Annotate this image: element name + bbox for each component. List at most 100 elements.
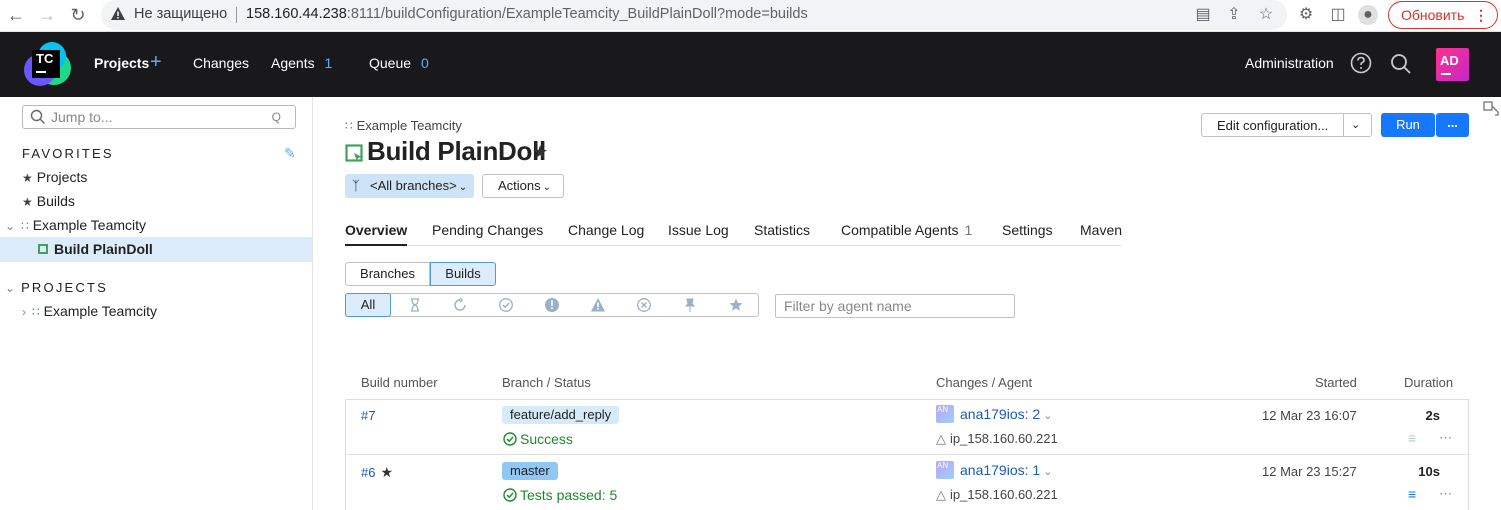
agent-filter-field[interactable] [775, 294, 1015, 318]
filter-all-button[interactable]: All [345, 293, 391, 317]
layout-toggle-icon[interactable] [1482, 99, 1500, 117]
favorite-build-plaindoll[interactable]: Build PlainDoll [38, 237, 153, 261]
project-example-teamcity[interactable]: › ∷ Example Teamcity [22, 299, 157, 323]
help-icon[interactable] [1350, 52, 1372, 74]
build-status-filter: All [345, 293, 759, 317]
tab-maven[interactable]: Maven [1080, 222, 1122, 238]
browser-toolbar: ← → ↻ Не защищено 158.160.44.238:8111/bu… [0, 0, 1501, 32]
nav-agents-label: Agents [271, 55, 315, 71]
actions-label: Actions [498, 178, 541, 193]
chevron-down-icon: ⌄ [542, 182, 552, 193]
tab-statistics[interactable]: Statistics [754, 222, 810, 238]
changes-link[interactable]: ana179ios: 2 ⌄ [960, 406, 1052, 422]
chevron-down-icon[interactable]: ⌄ [5, 281, 15, 295]
kebab-menu-icon[interactable]: ⋮ [1474, 2, 1488, 28]
more-options-icon[interactable]: ⋯ [1439, 430, 1453, 446]
warning-icon[interactable] [110, 6, 126, 22]
success-filter-icon[interactable] [498, 297, 514, 313]
breadcrumb[interactable]: ∷ Example Teamcity [345, 118, 462, 133]
translate-icon[interactable]: ▤ [1193, 5, 1213, 25]
projects-section[interactable]: ⌄ PROJECTS [5, 275, 108, 299]
favorite-build-label: Build PlainDoll [54, 241, 153, 257]
run-button[interactable]: Run [1381, 113, 1435, 137]
bookmark-star-icon[interactable]: ☆ [1256, 5, 1276, 25]
plus-icon[interactable]: + [150, 51, 162, 73]
build-started: 12 Mar 23 16:07 [1262, 408, 1357, 423]
star-filter-icon[interactable] [728, 297, 744, 313]
branches-view-button[interactable]: Branches [345, 262, 430, 286]
user-avatar[interactable]: AD [1436, 48, 1469, 81]
running-icon[interactable] [452, 297, 468, 313]
update-browser-button[interactable]: Обновить ⋮ [1388, 1, 1498, 29]
build-status[interactable]: Success [503, 431, 573, 447]
favorite-projects[interactable]: ★ Projects [22, 165, 87, 189]
jump-to-search[interactable]: Q [22, 105, 296, 129]
reload-icon[interactable]: ↻ [66, 4, 90, 26]
run-options-button[interactable]: ... [1436, 113, 1469, 137]
projects-heading: PROJECTS [21, 280, 109, 295]
chevron-right-icon[interactable]: › [22, 305, 26, 319]
jump-to-input[interactable] [51, 108, 251, 126]
pin-icon[interactable] [682, 297, 698, 313]
nav-administration[interactable]: Administration [1245, 55, 1334, 71]
favorite-star-icon[interactable]: ★ [532, 142, 548, 163]
tab-change-log[interactable]: Change Log [568, 222, 644, 238]
nav-agents[interactable]: Agents 1 [271, 55, 332, 71]
branch-tag[interactable]: feature/add_reply [502, 406, 620, 424]
chevron-down-icon[interactable]: ⌄ [5, 219, 15, 233]
branch-selector[interactable]: ᛉ <All branches> ⌄ [345, 174, 474, 198]
url-text[interactable]: 158.160.44.238:8111/buildConfiguration/E… [246, 6, 808, 22]
nav-queue[interactable]: Queue 0 [369, 55, 429, 71]
app-header: TC Projects + Changes Agents 1 Queue 0 A… [0, 32, 1501, 97]
linux-icon: △ [936, 431, 946, 446]
tab-issue-log[interactable]: Issue Log [668, 222, 729, 238]
actions-dropdown[interactable]: Actions ⌄ [482, 174, 564, 198]
favorite-project-example[interactable]: ⌄ ∷ Example Teamcity [5, 213, 146, 237]
changes-link[interactable]: ana179ios: 1 ⌄ [960, 462, 1052, 478]
edit-configuration-button[interactable]: Edit configuration... ⌄ [1201, 113, 1372, 137]
search-icon[interactable] [1390, 53, 1412, 75]
edit-pencil-icon[interactable]: ✎ [284, 145, 296, 162]
agent-link[interactable]: △ ip_158.160.60.221 [936, 431, 1058, 447]
build-status[interactable]: Tests passed: 5 [503, 487, 617, 503]
nav-changes[interactable]: Changes [193, 55, 249, 71]
favorite-builds[interactable]: ★ Builds [22, 189, 75, 213]
more-options-icon[interactable]: ⋯ [1439, 486, 1453, 502]
star-icon: ★ [22, 195, 33, 209]
agent-link[interactable]: △ ip_158.160.60.221 [936, 487, 1058, 503]
chevron-down-icon[interactable]: ⌄ [1043, 466, 1052, 478]
build-duration: 10s [1418, 464, 1440, 479]
build-status-text: Success [520, 431, 573, 447]
tab-compatible-agents-label: Compatible Agents [841, 222, 959, 238]
branch-tag[interactable]: master [502, 462, 558, 480]
favorite-star-icon[interactable]: ★ [380, 464, 393, 480]
hourglass-icon[interactable] [407, 297, 423, 313]
tab-compatible-agents[interactable]: Compatible Agents 1 [841, 222, 972, 238]
nav-projects[interactable]: Projects [94, 55, 149, 71]
cancelled-filter-icon[interactable] [636, 297, 652, 313]
forward-arrow-icon[interactable]: → [35, 4, 59, 26]
extensions-icon[interactable]: ⚙ [1296, 5, 1316, 25]
build-number-link[interactable]: #6 ★ [361, 464, 393, 481]
tab-overview[interactable]: Overview [345, 222, 408, 246]
linux-icon: △ [936, 487, 946, 502]
failed-filter-icon[interactable] [544, 297, 560, 313]
warning-filter-icon[interactable] [590, 297, 606, 313]
chevron-down-icon[interactable]: ⌄ [1043, 410, 1052, 422]
builds-view-button[interactable]: Builds [430, 262, 496, 286]
tab-pending-changes[interactable]: Pending Changes [432, 222, 543, 238]
breadcrumb-project[interactable]: Example Teamcity [357, 118, 462, 133]
project-grid-icon: ∷ [345, 119, 353, 133]
tab-settings[interactable]: Settings [1002, 222, 1053, 238]
layers-icon[interactable]: ≡ [1408, 486, 1416, 502]
share-icon[interactable]: ⇪ [1224, 5, 1244, 25]
build-number-link[interactable]: #7 [361, 408, 375, 423]
success-icon [503, 432, 517, 446]
chevron-down-icon[interactable]: ⌄ [1351, 118, 1360, 131]
agents-count: 1 [324, 55, 333, 71]
back-arrow-icon[interactable]: ← [4, 4, 28, 26]
agent-filter-input[interactable] [776, 295, 1014, 317]
profile-icon[interactable]: ● [1358, 5, 1378, 25]
side-panel-icon[interactable]: ◫ [1328, 5, 1348, 25]
layers-icon[interactable]: ≡ [1408, 430, 1416, 446]
